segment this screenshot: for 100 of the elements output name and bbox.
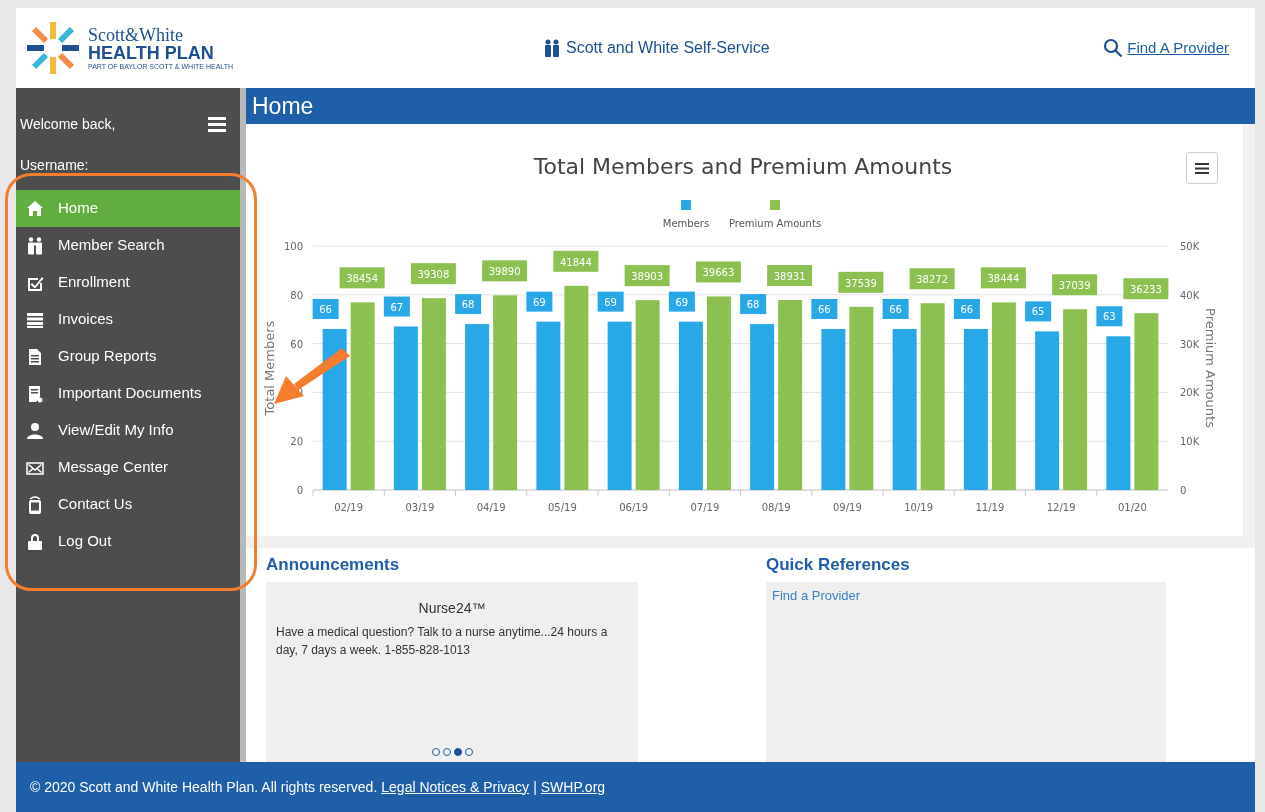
data-label-background — [838, 271, 884, 293]
axis-tick-label: 100 — [283, 241, 303, 252]
data-label-background — [312, 298, 339, 319]
username-label: Username: — [19, 156, 90, 175]
people-icon — [26, 236, 44, 255]
nav-item[interactable]: Log Out — [16, 523, 240, 560]
data-label: 69 — [675, 296, 689, 308]
nav-item[interactable]: Contact Us — [16, 486, 240, 523]
axis-tick-label: 60 — [290, 338, 303, 350]
website-link[interactable]: SWHP.org — [540, 776, 606, 798]
axis-tick-label: 11/19 — [975, 502, 1005, 513]
data-label: 37039 — [1058, 280, 1091, 292]
data-label: 68 — [461, 299, 475, 311]
data-label-background — [482, 260, 528, 282]
data-label: 66 — [818, 303, 831, 315]
axis-tick-label: 30K — [1180, 338, 1200, 350]
data-label-background — [740, 294, 767, 315]
people-icon — [544, 39, 560, 57]
logo-text: Scott&White — [88, 26, 184, 44]
nav-item[interactable]: Message Center — [16, 449, 240, 486]
data-label-background — [1123, 278, 1169, 300]
axis-tick-label: 0 — [296, 485, 303, 496]
announcement-text: Have a medical question? Talk to a nurse anytime...24 hours a day, 7 days a week. 1-855-828-1013 — [276, 623, 609, 659]
data-label: 69 — [604, 296, 617, 308]
data-label: 37539 — [844, 277, 877, 289]
axis-tick-label: 04/19 — [476, 502, 506, 513]
page-title: Home — [252, 91, 314, 121]
data-label: 39308 — [417, 269, 450, 281]
data-label-background — [553, 250, 599, 272]
lock-icon — [26, 532, 44, 551]
announcement-title: Nurse24™ — [417, 598, 487, 618]
data-label-background — [624, 265, 670, 287]
data-label: 69 — [533, 296, 546, 308]
data-label: 38272 — [916, 274, 949, 286]
search-icon — [1103, 38, 1124, 58]
axis-tick-label: 05/19 — [547, 502, 577, 513]
nav-item[interactable]: Enrollment — [16, 264, 240, 301]
data-label: 38931 — [773, 271, 806, 282]
axis-title: Premium Amounts — [1203, 308, 1218, 428]
data-label-background — [455, 294, 482, 315]
menu-icon[interactable] — [208, 117, 226, 132]
list-icon — [26, 310, 44, 329]
scrollbar[interactable] — [246, 536, 1255, 548]
axis-tick-label: 20K — [1180, 387, 1200, 399]
axis-tick-label: 02/19 — [334, 502, 364, 513]
quick-references-heading: Quick References — [766, 554, 911, 576]
axis-tick-label: 80 — [290, 289, 303, 301]
find-provider-link[interactable]: Find A Provider — [1127, 36, 1229, 60]
data-label: 67 — [390, 301, 404, 313]
data-label-background — [882, 298, 909, 319]
document-icon — [26, 384, 44, 403]
data-label-background — [410, 263, 456, 285]
data-label-background — [909, 268, 955, 290]
axis-tick-label: 07/19 — [690, 502, 720, 513]
axis-tick-label: 01/20 — [1117, 502, 1147, 513]
nav-item[interactable]: View/Edit My Info — [16, 412, 240, 449]
axis-tick-label: 09/19 — [832, 502, 862, 513]
chart-menu-button[interactable] — [1186, 152, 1218, 184]
data-label-background — [1096, 306, 1123, 327]
axis-tick-label: 50K — [1180, 241, 1200, 252]
data-label: 38444 — [987, 273, 1020, 285]
logo-icon — [24, 19, 82, 77]
data-label: 66 — [319, 303, 332, 315]
axis-tick-label: 06/19 — [619, 502, 649, 513]
axis-title: Total Members — [262, 320, 277, 416]
axis-tick-label: 03/19 — [405, 502, 435, 513]
scrollbar[interactable] — [1243, 124, 1255, 536]
announcements-heading: Announcements — [266, 554, 401, 576]
legal-link[interactable]: Legal Notices & Privacy — [381, 776, 530, 798]
data-label-background — [953, 298, 980, 319]
data-label-background — [811, 298, 838, 319]
data-label: 65 — [1031, 306, 1045, 318]
nav-item[interactable]: Group Reports — [16, 338, 240, 375]
axis-tick-label: 10K — [1180, 436, 1200, 448]
site-title: Scott and White Self-Service — [566, 38, 770, 58]
data-label: 36233 — [1129, 284, 1162, 296]
phone-icon — [26, 495, 44, 514]
document-icon — [26, 347, 44, 366]
nav-item[interactable]: Important Documents — [16, 375, 240, 412]
data-label: 39663 — [702, 267, 735, 279]
data-label-background — [526, 291, 553, 312]
data-label-background — [980, 267, 1026, 289]
data-label-background — [767, 265, 813, 286]
data-label-background — [668, 291, 695, 312]
data-label: 38454 — [346, 273, 379, 285]
data-label-background — [1052, 274, 1098, 296]
copyright-text: © 2020 Scott and White Health Plan. All rights reserved. — [30, 777, 378, 797]
data-label: 39890 — [488, 266, 521, 278]
quick-reference-link[interactable]: Find a Provider — [772, 585, 861, 605]
axis-tick-label: 0 — [1180, 485, 1187, 496]
menu-icon — [1195, 162, 1209, 174]
data-label: 66 — [889, 303, 902, 315]
data-label: 66 — [960, 303, 974, 315]
nav-item[interactable]: Member Search — [16, 227, 240, 264]
logo-text: HEALTH PLAN — [88, 44, 215, 62]
axis-tick-label: 12/19 — [1046, 502, 1076, 513]
axis-tick-label: 10/19 — [904, 502, 934, 513]
nav-item[interactable]: Invoices — [16, 301, 240, 338]
axis-tick-label: 40K — [1180, 289, 1200, 301]
data-label-background — [383, 296, 410, 317]
